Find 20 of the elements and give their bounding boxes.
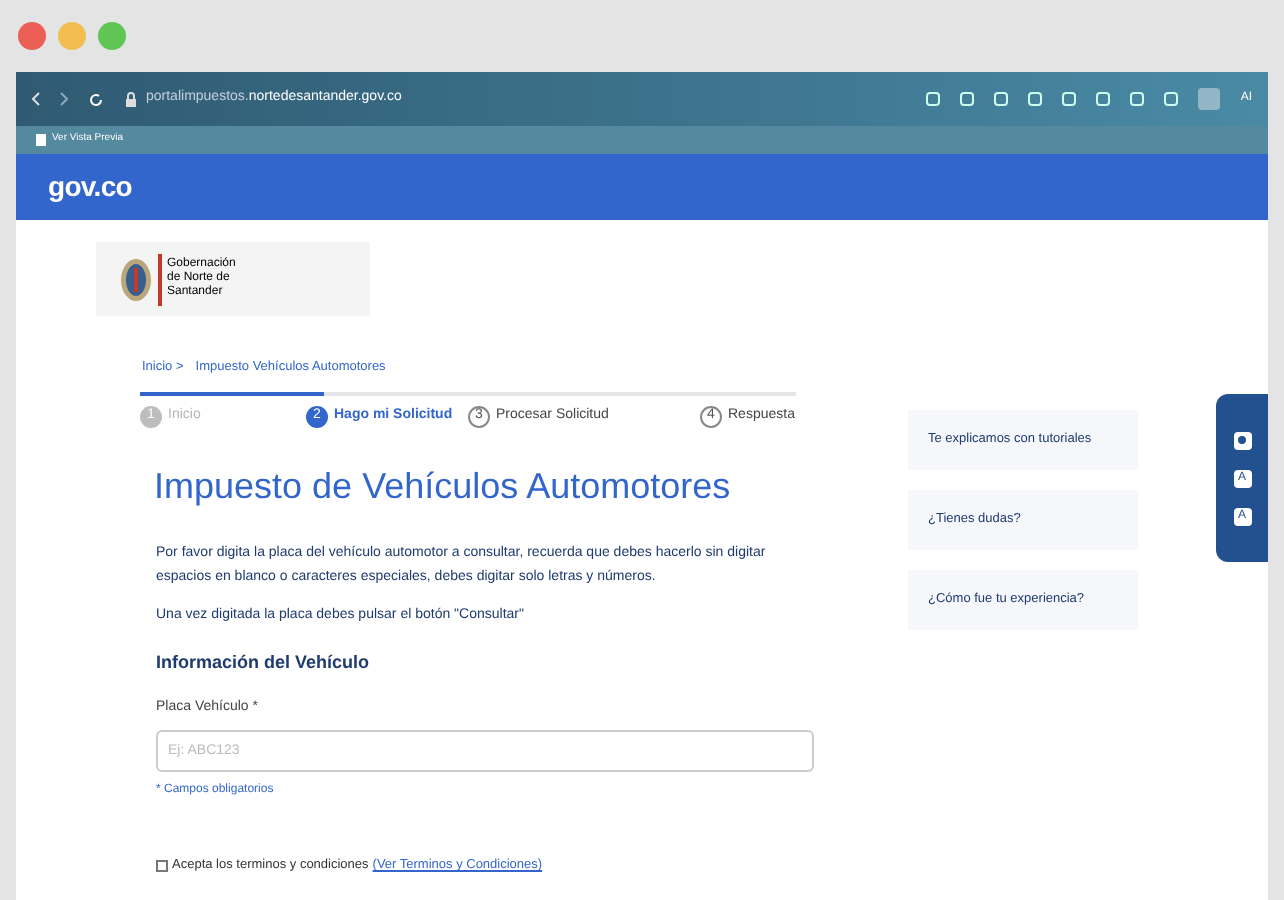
section-title: Información del Vehículo bbox=[156, 650, 370, 676]
extension-icon[interactable] bbox=[1096, 92, 1111, 106]
back-icon[interactable] bbox=[32, 92, 40, 106]
extension-icon[interactable] bbox=[960, 92, 975, 106]
govco-logo[interactable]: gov.co bbox=[48, 166, 132, 208]
extension-icon[interactable] bbox=[926, 92, 941, 106]
coat-of-arms-icon bbox=[120, 257, 152, 301]
page-icon bbox=[36, 134, 46, 146]
extension-icon[interactable] bbox=[1062, 92, 1077, 106]
page-title: Impuesto de Vehículos Automotores bbox=[154, 464, 731, 510]
extension-icon[interactable] bbox=[1164, 92, 1179, 106]
extension-icon[interactable] bbox=[994, 92, 1009, 106]
extension-icon[interactable] bbox=[1028, 92, 1043, 106]
close-button[interactable] bbox=[18, 22, 46, 50]
extension-icon[interactable] bbox=[1130, 92, 1145, 106]
lock-icon bbox=[124, 91, 138, 107]
forward-icon[interactable] bbox=[60, 92, 68, 106]
reload-icon[interactable] bbox=[88, 91, 104, 107]
contrast-button[interactable] bbox=[1233, 431, 1251, 449]
terms-checkbox[interactable] bbox=[156, 859, 168, 872]
